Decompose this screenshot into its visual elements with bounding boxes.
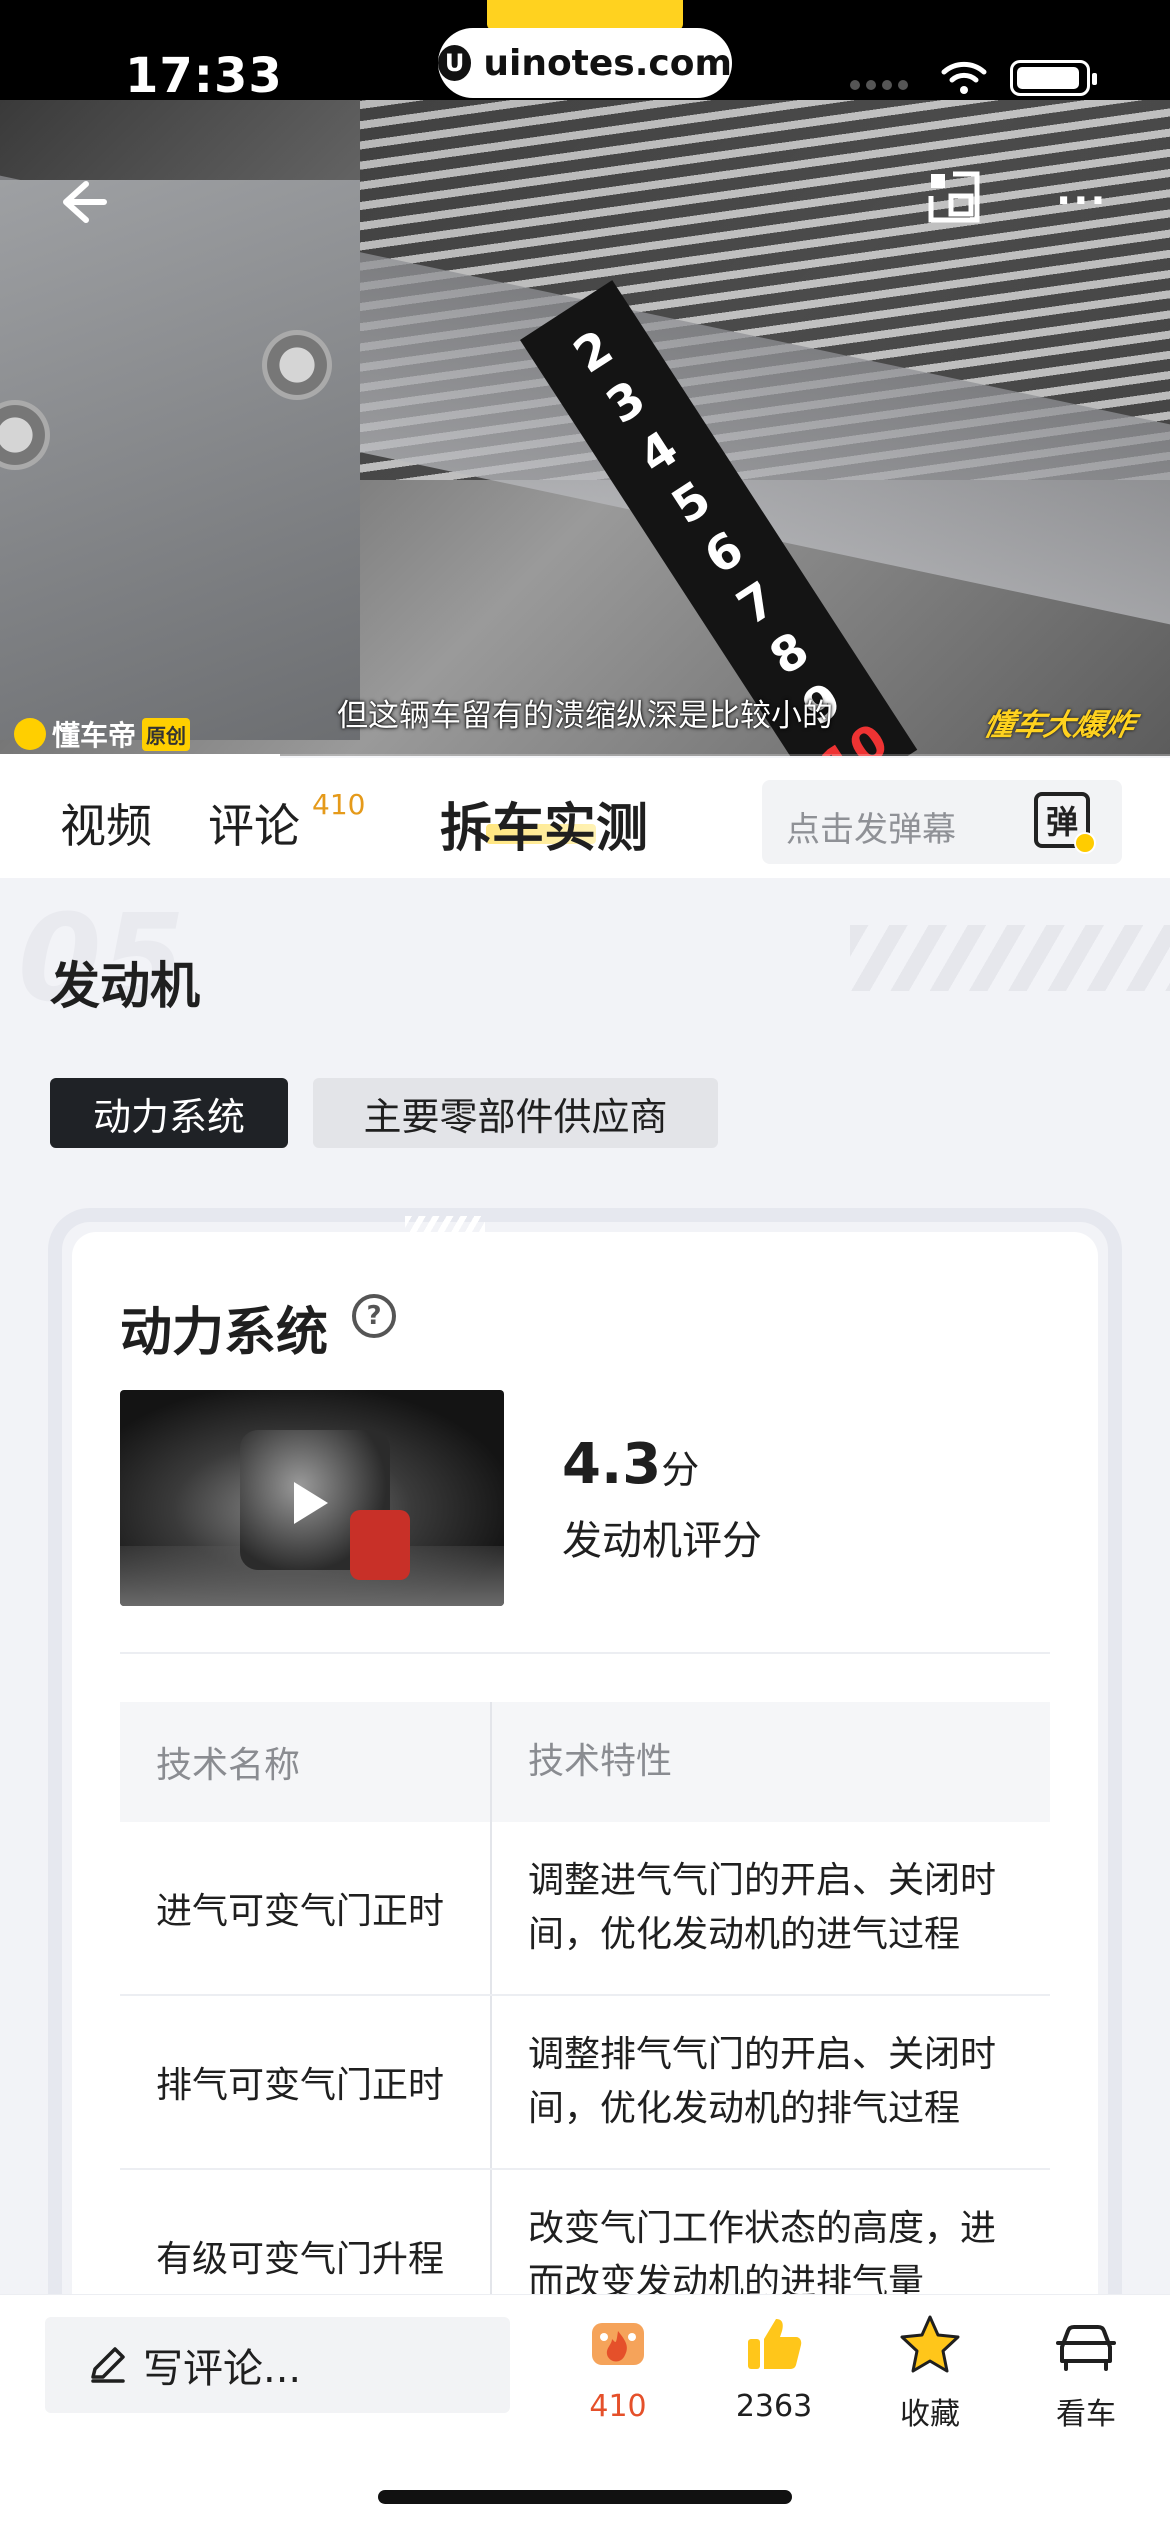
danmu-input[interactable]: 点击发弹幕 弹 <box>762 780 1122 864</box>
video-frame-bracket <box>0 180 360 740</box>
star-icon <box>900 2315 960 2373</box>
brand-logo-icon <box>14 718 46 750</box>
score-value: 4.3 <box>562 1432 662 1497</box>
danmu-toggle-icon[interactable]: 弹 <box>1034 792 1096 854</box>
fire-comment-button[interactable]: 410 <box>558 2313 678 2424</box>
comment-placeholder: 写评论... <box>143 2346 302 2392</box>
danmu-icon-label: 弹 <box>1045 803 1078 841</box>
header-tech-feature: 技术特性 <box>528 1741 673 1782</box>
status-bar: 17:33 U uinotes.com <box>0 0 1170 104</box>
engine-video-thumbnail[interactable] <box>120 1390 504 1606</box>
table-row: 排气可变气门正时 调整排气气门的开启、关闭时间，优化发动机的排气过程 <box>120 1996 1050 2170</box>
score-label: 发动机评分 <box>562 1518 762 1564</box>
back-arrow-icon[interactable] <box>52 170 116 234</box>
watermark-text: 懂车帝 <box>52 719 137 752</box>
play-icon[interactable] <box>294 1482 328 1524</box>
card-title: 动力系统 <box>120 1303 329 1363</box>
show-watermark: 懂车大爆炸 <box>980 708 1138 743</box>
cellular-signal-icon <box>850 80 908 90</box>
watermark-logo: 懂车帝 原创 <box>14 714 191 754</box>
score-unit: 分 <box>661 1448 700 1492</box>
url-pill[interactable]: U uinotes.com <box>438 28 732 98</box>
like-count: 2363 <box>735 2389 813 2424</box>
view-car-label: 看车 <box>1056 2397 1116 2432</box>
tech-feature: 调整进气气门的开启、关闭时间，优化发动机的进气过程 <box>528 1860 997 1955</box>
battery-icon <box>1010 60 1097 96</box>
url-text: uinotes.com <box>483 42 732 84</box>
tab-video[interactable]: 视频 <box>60 790 152 856</box>
section-title: 发动机 <box>50 957 200 1015</box>
video-player[interactable]: 2 3 4 5 6 7 8 9 10 ··· 但这辆车留有的溃缩纵深是比较小的 … <box>0 100 1170 756</box>
site-logo-icon: U <box>438 45 472 81</box>
card-frame-stripes <box>405 1216 485 1232</box>
car-icon <box>1056 2325 1116 2371</box>
tab-disassembly[interactable]: 拆车实测 <box>440 786 648 861</box>
tab-disassembly-label: 拆车实测 <box>440 799 649 859</box>
thumbnail-stand <box>350 1510 410 1580</box>
fire-icon <box>592 2323 644 2365</box>
pencil-icon <box>91 2347 125 2383</box>
tech-table: 技术名称 技术特性 进气可变气门正时 调整进气气门的开启、关闭时间，优化发动机的… <box>120 1702 1050 2344</box>
thumbs-up-icon <box>748 2319 802 2369</box>
like-button[interactable]: 2363 <box>714 2313 834 2424</box>
table-row: 进气可变气门正时 调整进气气门的开启、关闭时间，优化发动机的进气过程 <box>120 1822 1050 1996</box>
favorite-label: 收藏 <box>900 2397 960 2432</box>
favorite-button[interactable]: 收藏 <box>870 2313 990 2433</box>
status-time: 17:33 <box>125 48 283 104</box>
engine-score: 4.3分 <box>562 1432 699 1497</box>
tech-name: 进气可变气门正时 <box>120 1822 492 1994</box>
table-header: 技术名称 技术特性 <box>120 1702 1050 1822</box>
app-tab-indicator <box>487 0 683 30</box>
picture-in-picture-icon[interactable] <box>925 168 983 226</box>
power-system-card: 动力系统 ? 4.3分 发动机评分 技术名称 技术特性 进气可变气门正时 调整进… <box>72 1232 1098 2344</box>
video-frame-bolt <box>262 330 332 400</box>
segment-power-system[interactable]: 动力系统 <box>50 1078 288 1148</box>
fire-count: 410 <box>589 2389 647 2424</box>
segment-suppliers[interactable]: 主要零部件供应商 <box>313 1078 718 1148</box>
tech-feature: 调整排气气门的开启、关闭时间，优化发动机的排气过程 <box>528 2034 997 2129</box>
tab-comment[interactable]: 评论 <box>208 790 300 856</box>
decorative-stripes <box>850 925 1170 991</box>
tech-name: 排气可变气门正时 <box>120 1996 492 2168</box>
write-comment-input[interactable]: 写评论... <box>45 2317 510 2413</box>
wifi-icon <box>941 61 987 94</box>
more-icon[interactable]: ··· <box>1056 181 1108 221</box>
original-badge: 原创 <box>142 717 191 751</box>
comment-count-badge: 410 <box>312 788 366 821</box>
divider <box>120 1652 1050 1654</box>
danmu-placeholder: 点击发弹幕 <box>786 810 956 850</box>
help-icon[interactable]: ? <box>352 1294 396 1338</box>
header-tech-name: 技术名称 <box>120 1702 492 1822</box>
view-car-button[interactable]: 看车 <box>1026 2313 1146 2433</box>
home-indicator[interactable] <box>378 2490 792 2504</box>
content-tab-bar: 视频 评论 410 拆车实测 点击发弹幕 弹 <box>0 758 1170 878</box>
